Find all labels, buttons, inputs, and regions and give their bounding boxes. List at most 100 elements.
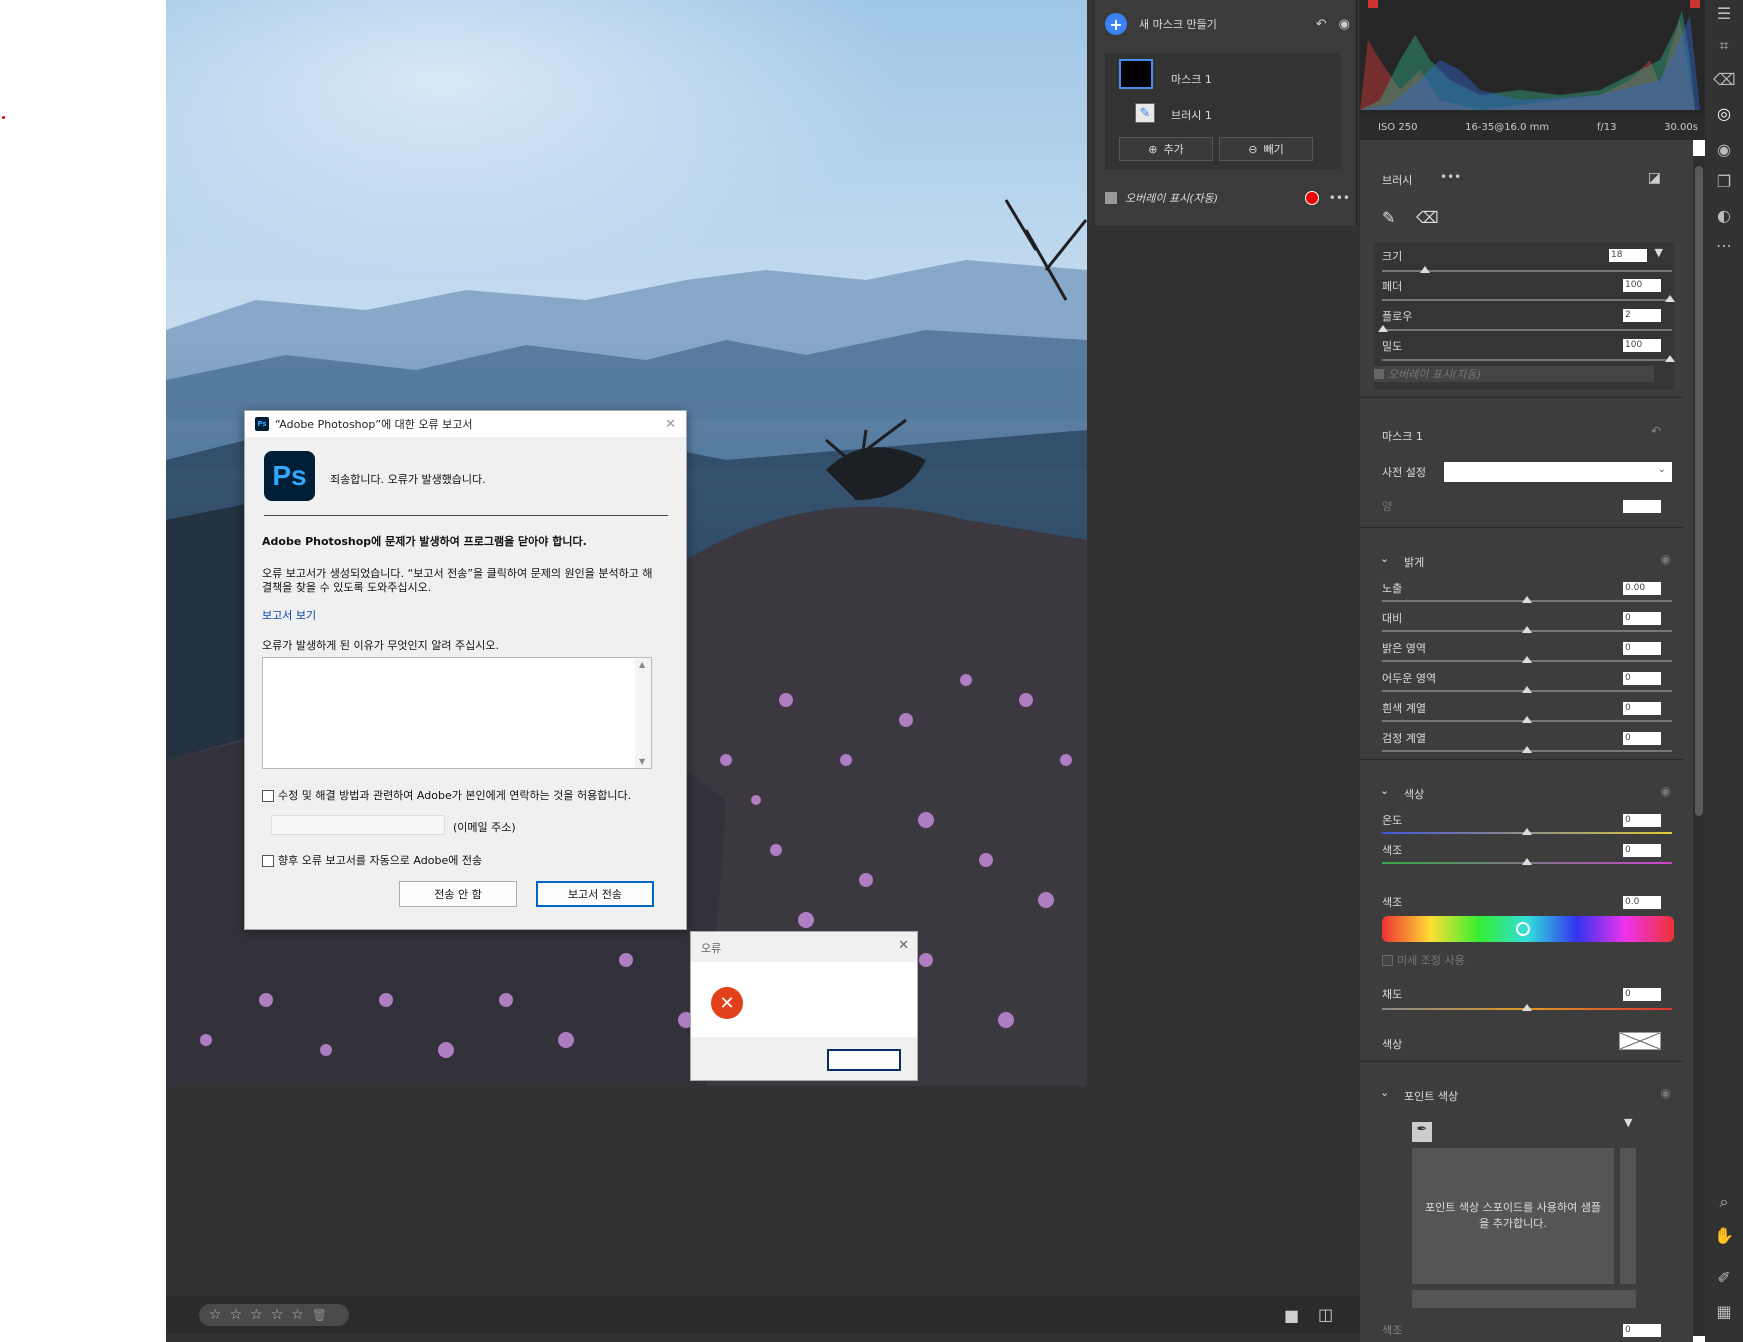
fine-adjust-checkbox[interactable] bbox=[1382, 954, 1393, 966]
size-value[interactable]: 18 bbox=[1609, 249, 1647, 262]
saturation-value[interactable]: 0 bbox=[1623, 988, 1661, 1001]
light-slider-value[interactable]: 0 bbox=[1623, 732, 1661, 745]
amount-value[interactable] bbox=[1623, 500, 1661, 513]
brush-tool-icon[interactable]: ✎ bbox=[1382, 208, 1395, 227]
eye-icon[interactable]: ◉ bbox=[1339, 17, 1350, 32]
scroll-down-icon[interactable]: ▼ bbox=[639, 757, 645, 766]
dont-send-button[interactable]: 전송 안 함 bbox=[399, 881, 517, 907]
eye-icon[interactable]: ◉ bbox=[1661, 784, 1671, 798]
point-hue-value[interactable]: 0 bbox=[1623, 1324, 1661, 1337]
close-icon[interactable]: ✕ bbox=[898, 938, 909, 953]
email-field[interactable] bbox=[271, 815, 445, 835]
plus-icon[interactable]: + bbox=[1105, 13, 1127, 35]
mask-thumbnail[interactable] bbox=[1119, 59, 1153, 89]
star-icon[interactable]: ☆ bbox=[291, 1307, 304, 1323]
reason-textarea[interactable]: ▲ ▼ bbox=[262, 657, 652, 769]
light-slider-value[interactable]: 0 bbox=[1623, 672, 1661, 685]
eye-icon[interactable]: ◉ bbox=[1661, 1086, 1671, 1100]
preset-dropdown[interactable]: ⌄ bbox=[1444, 462, 1672, 482]
more-icon[interactable]: ⋯ bbox=[1713, 236, 1735, 258]
star-icon[interactable]: ☆ bbox=[209, 1307, 222, 1323]
presets-icon[interactable]: ❐ bbox=[1713, 172, 1735, 194]
compare-view-icon[interactable]: ◫ bbox=[1318, 1305, 1333, 1324]
tint-thumb[interactable] bbox=[1522, 858, 1532, 865]
chevron-down-icon[interactable]: ▼ bbox=[1624, 1116, 1632, 1129]
brush-overlay-checkbox[interactable] bbox=[1374, 369, 1384, 379]
hue-value[interactable]: 0.0 bbox=[1623, 896, 1661, 909]
close-icon[interactable]: ✕ bbox=[665, 417, 676, 432]
feather-value[interactable]: 100 bbox=[1623, 279, 1661, 292]
size-thumb[interactable] bbox=[1420, 266, 1430, 273]
view-report-link[interactable]: 보고서 보기 bbox=[262, 607, 316, 623]
sliders-icon[interactable]: ☰ bbox=[1713, 4, 1735, 26]
overlay-checkbox[interactable] bbox=[1105, 192, 1117, 204]
more-icon[interactable]: ••• bbox=[1329, 191, 1350, 205]
temp-thumb[interactable] bbox=[1522, 828, 1532, 835]
eraser-icon[interactable]: ⌫ bbox=[1416, 208, 1439, 227]
eyedropper-icon[interactable]: ✒ bbox=[1412, 1122, 1432, 1142]
light-slider-thumb[interactable] bbox=[1522, 746, 1532, 753]
brush-name[interactable]: 브러시 1 bbox=[1171, 107, 1212, 123]
light-slider-thumb[interactable] bbox=[1522, 626, 1532, 633]
new-mask-label[interactable]: 새 마스크 만들기 bbox=[1139, 16, 1217, 32]
chevron-down-icon[interactable]: ⌄ bbox=[1380, 1086, 1389, 1099]
heal-icon[interactable]: ⌫ bbox=[1713, 70, 1736, 92]
flow-thumb[interactable] bbox=[1378, 325, 1388, 332]
saturation-thumb[interactable] bbox=[1522, 1004, 1532, 1011]
send-report-button[interactable]: 보고서 전송 bbox=[536, 881, 654, 907]
grid-icon[interactable]: ▦ bbox=[1713, 1302, 1735, 1324]
light-slider-thumb[interactable] bbox=[1522, 686, 1532, 693]
light-slider-thumb[interactable] bbox=[1522, 716, 1532, 723]
flow-value[interactable]: 2 bbox=[1623, 309, 1661, 322]
snapshot-icon[interactable]: ◐ bbox=[1713, 206, 1735, 228]
light-slider-value[interactable]: 0 bbox=[1623, 702, 1661, 715]
point-color-scroll[interactable] bbox=[1620, 1148, 1636, 1284]
feather-thumb[interactable] bbox=[1665, 295, 1675, 302]
zoom-icon[interactable]: ⌕ bbox=[1713, 1192, 1735, 1214]
trash-icon[interactable]: 🗑 bbox=[312, 1308, 327, 1322]
sampler-icon[interactable]: ✐ bbox=[1713, 1268, 1735, 1290]
crop-icon[interactable]: ⌗ bbox=[1713, 36, 1735, 58]
single-view-icon[interactable]: ■ bbox=[1284, 1306, 1299, 1325]
color-swatch[interactable] bbox=[1619, 1032, 1661, 1050]
light-slider-value[interactable]: 0 bbox=[1623, 612, 1661, 625]
light-slider-value[interactable]: 0 bbox=[1623, 642, 1661, 655]
density-value[interactable]: 100 bbox=[1623, 339, 1661, 352]
hand-icon[interactable]: ✋ bbox=[1713, 1226, 1735, 1248]
contact-checkbox[interactable] bbox=[262, 790, 274, 802]
brush-icon[interactable]: ✎ bbox=[1135, 103, 1155, 123]
eye-icon[interactable]: ◉ bbox=[1661, 552, 1671, 566]
textarea-scrollbar[interactable]: ▲ ▼ bbox=[635, 658, 651, 768]
more-icon[interactable]: ••• bbox=[1440, 170, 1461, 184]
overlay-color-swatch[interactable] bbox=[1304, 191, 1319, 205]
redeye-icon[interactable]: ◉ bbox=[1713, 140, 1735, 162]
feather-track[interactable] bbox=[1382, 299, 1672, 301]
error-ok-button[interactable] bbox=[827, 1049, 901, 1071]
undo-icon[interactable]: ↶ bbox=[1316, 17, 1327, 32]
brush-settings-icon[interactable]: ◪ bbox=[1648, 170, 1661, 186]
chevron-down-icon[interactable]: ⌄ bbox=[1380, 552, 1389, 565]
new-mask-row[interactable]: + 새 마스크 만들기 ↶ ◉ bbox=[1105, 12, 1350, 36]
star-icon[interactable]: ☆ bbox=[271, 1307, 284, 1323]
hue-handle[interactable] bbox=[1516, 922, 1530, 936]
reset-icon[interactable]: ↶ bbox=[1651, 424, 1661, 438]
density-thumb[interactable] bbox=[1665, 355, 1675, 362]
star-icon[interactable]: ☆ bbox=[230, 1307, 243, 1323]
light-slider-thumb[interactable] bbox=[1522, 596, 1532, 603]
star-icon[interactable]: ☆ bbox=[250, 1307, 263, 1323]
chevron-down-icon[interactable]: ⌄ bbox=[1380, 784, 1389, 797]
scroll-up-icon[interactable]: ▲ bbox=[639, 660, 645, 669]
flow-track[interactable] bbox=[1382, 329, 1672, 331]
auto-send-checkbox[interactable] bbox=[262, 855, 274, 867]
tint-value[interactable]: 0 bbox=[1623, 844, 1661, 857]
panel-scroll-thumb[interactable] bbox=[1695, 166, 1703, 816]
density-track[interactable] bbox=[1382, 359, 1672, 361]
mask-name[interactable]: 마스크 1 bbox=[1171, 71, 1212, 87]
light-slider-thumb[interactable] bbox=[1522, 656, 1532, 663]
light-slider-value[interactable]: 0.00 bbox=[1623, 582, 1661, 595]
temp-value[interactable]: 0 bbox=[1623, 814, 1661, 827]
add-button[interactable]: ⊕ 추가 bbox=[1119, 137, 1213, 161]
mask-icon[interactable]: ◎ bbox=[1713, 104, 1735, 126]
subtract-button[interactable]: ⊖ 빼기 bbox=[1219, 137, 1313, 161]
chevron-down-icon[interactable]: ▼ bbox=[1655, 246, 1663, 259]
